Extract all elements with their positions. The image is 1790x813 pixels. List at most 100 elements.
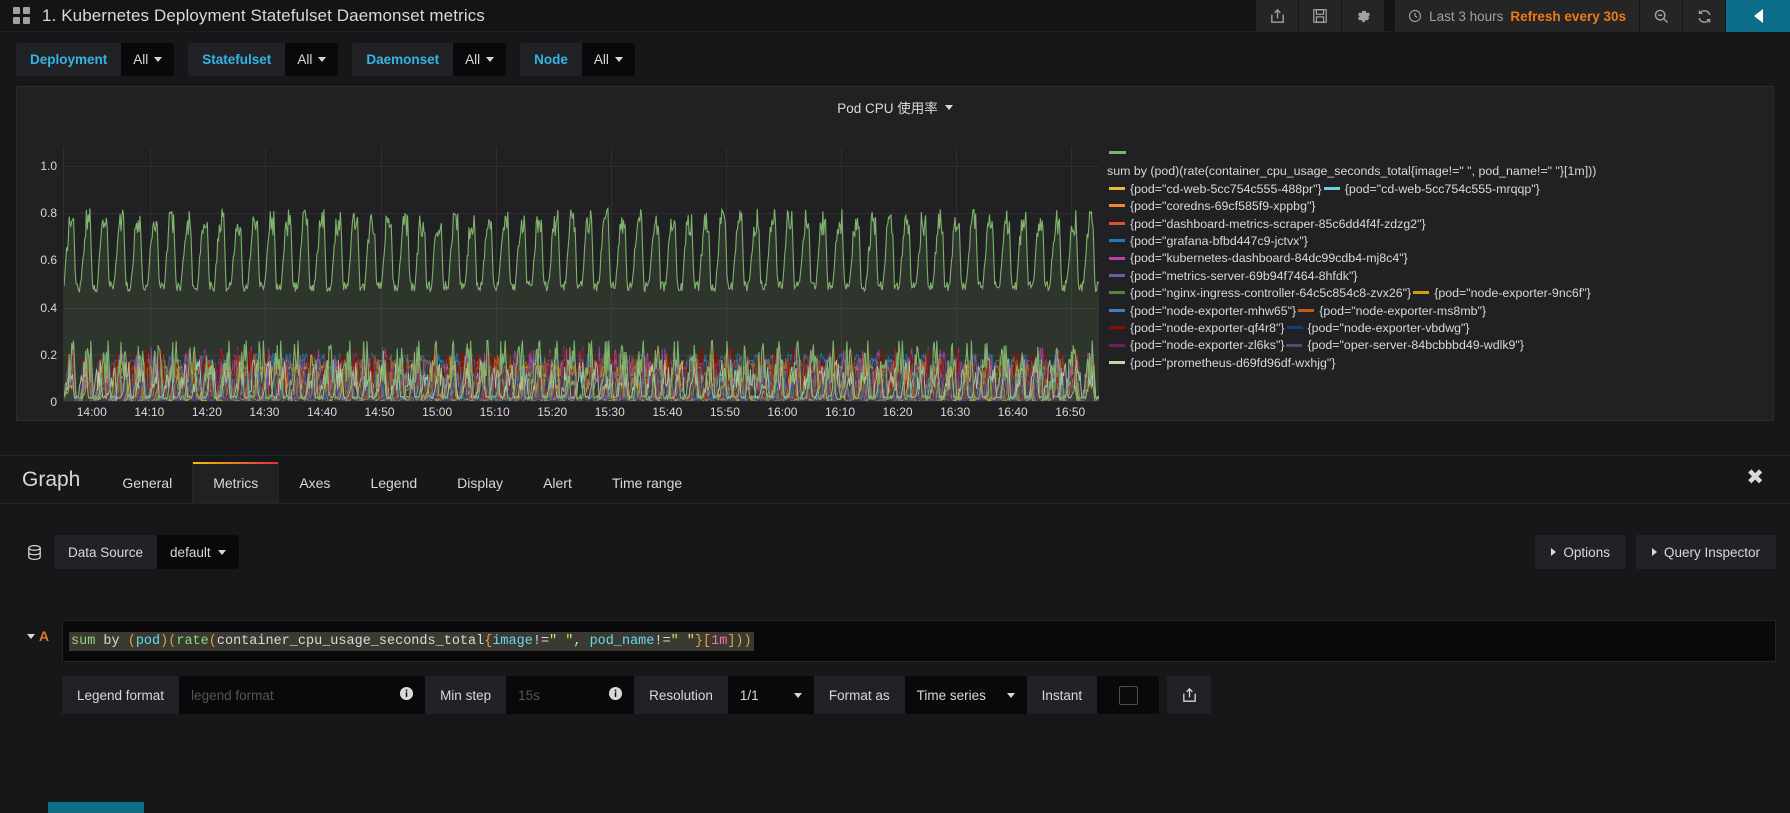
zoom-out-button[interactable] (1640, 0, 1682, 32)
legend-item[interactable]: {pod="cd-web-5cc754c555-488pr"} (1107, 182, 1322, 196)
legend-item[interactable]: {pod="node-exporter-vbdwg"} (1285, 321, 1470, 335)
database-icon (14, 535, 54, 569)
refresh-button[interactable] (1683, 0, 1725, 32)
legend-item[interactable]: {pod="node-exporter-qf4r8"} (1107, 321, 1285, 335)
legend-item[interactable]: {pod="prometheus-d69fd96df-wxhjg"} (1107, 356, 1335, 370)
expr-token: ) (735, 633, 744, 649)
legend-format-input[interactable]: legend format (179, 676, 426, 714)
plot-region[interactable]: 0 0.2 0.4 0.6 0.8 1.0 14:00 14:10 14:20 14:30 14:… (17, 117, 1099, 419)
legend-item[interactable]: {pod="grafana-bfbd447c9-jctvx"} (1107, 234, 1308, 248)
y-axis-tick-label: 0.2 (40, 347, 57, 362)
variable-select-deployment[interactable]: All (121, 42, 175, 76)
legend-item-label: {pod="cd-web-5cc754c555-mrqqp"} (1344, 181, 1540, 196)
editor-heading: Graph (22, 468, 81, 491)
y-axis-tick-label: 0.4 (40, 300, 57, 315)
tab-display[interactable]: Display (437, 475, 523, 503)
legend-expression-label[interactable]: sum by (pod)(rate(container_cpu_usage_se… (1107, 163, 1773, 180)
legend-item[interactable]: {pod="dashboard-metrics-scraper-85c6dd4f… (1107, 217, 1426, 231)
variable-label-daemonset: Daemonset (352, 42, 454, 76)
variable-select-statefulset[interactable]: All (285, 42, 339, 76)
expr-token: ( (127, 633, 136, 649)
time-range-picker[interactable]: Last 3 hours Refresh every 30s (1395, 0, 1639, 32)
graph-legend: sum by (pod)(rate(container_cpu_usage_se… (1099, 117, 1773, 409)
tab-metrics[interactable]: Metrics (192, 462, 280, 503)
legend-item[interactable]: {pod="metrics-server-69b94f7464-8hfdk"} (1107, 269, 1357, 283)
editor-tabbar: Graph General Metrics Axes Legend Display Ale… (0, 456, 1790, 504)
share-dashboard-button[interactable] (1256, 0, 1299, 32)
query-collapse-toggle[interactable] (26, 634, 35, 639)
datasource-select[interactable]: default (157, 535, 239, 569)
dashboard-grid-icon[interactable] (0, 0, 42, 32)
chevron-down-icon (154, 56, 163, 62)
query-inspector-button[interactable]: Query Inspector (1635, 535, 1776, 569)
legend-color-swatch (1109, 308, 1125, 312)
plot-area[interactable] (63, 147, 1099, 402)
x-axis-tick-label: 14:40 (306, 405, 338, 419)
collapse-panel-button[interactable] (1726, 0, 1790, 32)
legend-color-swatch (1109, 239, 1125, 243)
query-menu-icon[interactable] (1779, 621, 1790, 663)
variable-value-deployment: All (133, 51, 149, 67)
format-as-select[interactable]: Time series (904, 676, 1027, 714)
tab-general[interactable]: General (102, 475, 192, 503)
resolution-select[interactable]: 1/1 (727, 676, 814, 714)
legend-color-swatch (1286, 326, 1303, 330)
chart-svg (64, 206, 1099, 401)
query-ref-id: A (38, 628, 50, 644)
instant-checkbox[interactable] (1118, 685, 1138, 705)
add-query-button[interactable] (48, 802, 144, 813)
legend-row: {pod="prometheus-d69fd96df-wxhjg"} (1107, 355, 1773, 372)
legend-item[interactable]: {pod="coredns-69cf585f9-xppbg"} (1107, 199, 1316, 213)
variable-value-node: All (593, 51, 609, 67)
legend-color-swatch (1109, 204, 1125, 208)
legend-item[interactable]: {pod="nginx-ingress-controller-64c5c854c… (1107, 286, 1411, 300)
close-editor-button[interactable]: ✖ (1746, 467, 1764, 488)
legend-item[interactable]: {pod="node-exporter-zl6ks"} (1107, 338, 1284, 352)
x-axis-tick-label: 14:00 (76, 405, 107, 419)
min-step-info-icon[interactable] (608, 686, 623, 704)
legend-color-swatch (1286, 343, 1303, 347)
legend-item[interactable]: {pod="node-exporter-mhw65"} (1107, 304, 1296, 318)
resolution-value: 1/1 (739, 687, 759, 703)
tab-alert[interactable]: Alert (523, 475, 592, 503)
time-range-label: Last 3 hours (1429, 8, 1504, 24)
expr-token: by (95, 633, 128, 649)
legend-format-info-icon[interactable] (399, 686, 414, 704)
expr-token: rate (176, 633, 209, 649)
template-variables-row: Deployment All Statefulset All Daemonset… (0, 32, 1790, 86)
instant-checkbox-wrap (1097, 676, 1160, 714)
legend-item[interactable]: {pod="node-exporter-ms8mb"} (1296, 304, 1486, 318)
legend-item-label: {pod="node-exporter-vbdwg"} (1307, 321, 1470, 336)
expr-token: ( (208, 633, 217, 649)
legend-item[interactable]: {pod="cd-web-5cc754c555-mrqqp"} (1322, 182, 1540, 196)
legend-item-label: {pod="oper-server-84bcbbbd49-wdlk9"} (1307, 338, 1524, 353)
tab-time-range[interactable]: Time range (592, 475, 702, 503)
expr-token: pod_name (589, 633, 655, 649)
legend-item[interactable]: {pod="node-exporter-9nc6f"} (1411, 286, 1591, 300)
legend-item[interactable]: {pod="oper-server-84bcbbbd49-wdlk9"} (1284, 338, 1524, 353)
options-button[interactable]: Options (1535, 535, 1626, 569)
x-axis-tick-label: 16:40 (997, 405, 1028, 419)
legend-row: {pod="grafana-bfbd447c9-jctvx"} (1107, 233, 1773, 250)
legend-item-label: {pod="metrics-server-69b94f7464-8hfdk"} (1130, 268, 1358, 283)
save-dashboard-button[interactable] (1299, 0, 1342, 32)
page-title: 1. Kubernetes Deployment Statefulset Dae… (42, 5, 485, 25)
tab-label: Legend (370, 475, 418, 491)
tab-legend[interactable]: Legend (350, 475, 437, 503)
variable-select-node[interactable]: All (581, 42, 635, 76)
legend-color-swatch (1323, 187, 1340, 191)
legend-item[interactable]: {pod="kubernetes-dashboard-84dc99cdb4-mj… (1107, 251, 1408, 265)
query-expression-input[interactable]: sum by (pod)(rate(container_cpu_usage_se… (62, 620, 1776, 662)
min-step-label: Min step (425, 676, 507, 714)
dashboard-settings-button[interactable] (1342, 0, 1385, 32)
tab-axes[interactable]: Axes (279, 475, 350, 503)
variable-select-daemonset[interactable]: All (453, 42, 507, 76)
panel-header[interactable]: Pod CPU 使用率 (17, 87, 1773, 117)
legend-color-swatch (1413, 291, 1430, 295)
chevron-right-icon (1551, 548, 1557, 556)
query-row-a: A sum by (pod)(rate(container_cpu_usage_… (0, 620, 1790, 714)
top-navbar: 1. Kubernetes Deployment Statefulset Dae… (0, 0, 1790, 32)
query-share-button[interactable] (1167, 676, 1212, 714)
query-inspector-label: Query Inspector (1663, 544, 1760, 560)
min-step-input[interactable]: 15s (506, 676, 635, 714)
